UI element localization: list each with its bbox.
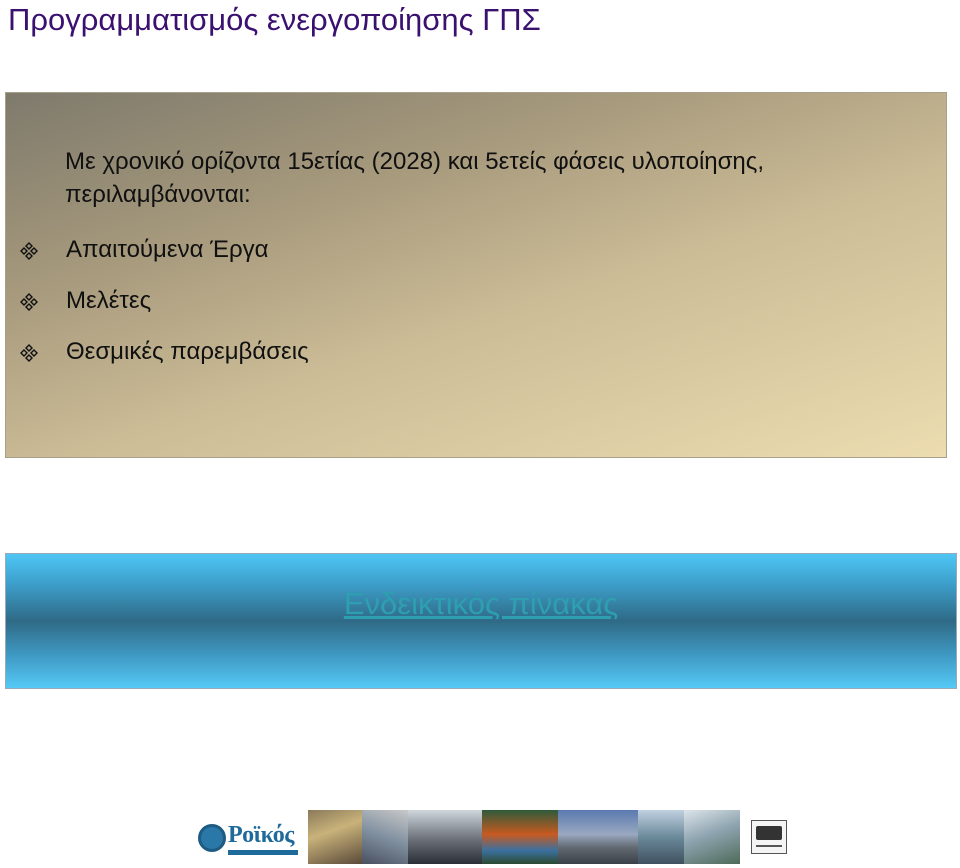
slide: Προγραμματισμός ενεργοποίησης ΓΠΣ Με χρο… — [0, 0, 960, 868]
photo-team — [408, 810, 482, 864]
photo-highway — [558, 810, 638, 864]
four-diamond-icon — [20, 242, 38, 260]
photo-river — [482, 810, 558, 864]
company-logo: Ροϊκός — [198, 818, 303, 858]
logo-underline — [228, 850, 298, 855]
four-diamond-icon — [20, 293, 38, 311]
link-banner: Ενδεικτικός πίνακας — [5, 553, 957, 689]
four-diamond-icon — [20, 344, 38, 362]
certification-line — [756, 845, 782, 847]
photo-building — [684, 810, 740, 864]
slide-title: Προγραμματισμός ενεργοποίησης ΓΠΣ — [8, 2, 541, 37]
logo-emblem-icon — [198, 824, 226, 852]
photo-surveyor — [308, 810, 362, 864]
indicative-table-link[interactable]: Ενδεικτικός πίνακας — [6, 586, 956, 622]
content-box: Με χρονικό ορίζοντα 15ετίας (2028) και 5… — [5, 92, 947, 458]
bullet-label: Θεσμικές παρεμβάσεις — [66, 338, 309, 365]
certification-badge — [751, 820, 787, 854]
photo-bridge — [638, 810, 684, 864]
certification-mark-icon — [756, 826, 782, 840]
logo-wordmark: Ροϊκός — [228, 822, 294, 848]
bullet-label: Απαιτούμενα Έργα — [66, 236, 269, 263]
bullet-label: Μελέτες — [66, 287, 152, 314]
photo-engineers — [362, 810, 408, 864]
intro-text: Με χρονικό ορίζοντα 15ετίας (2028) και 5… — [65, 148, 765, 208]
